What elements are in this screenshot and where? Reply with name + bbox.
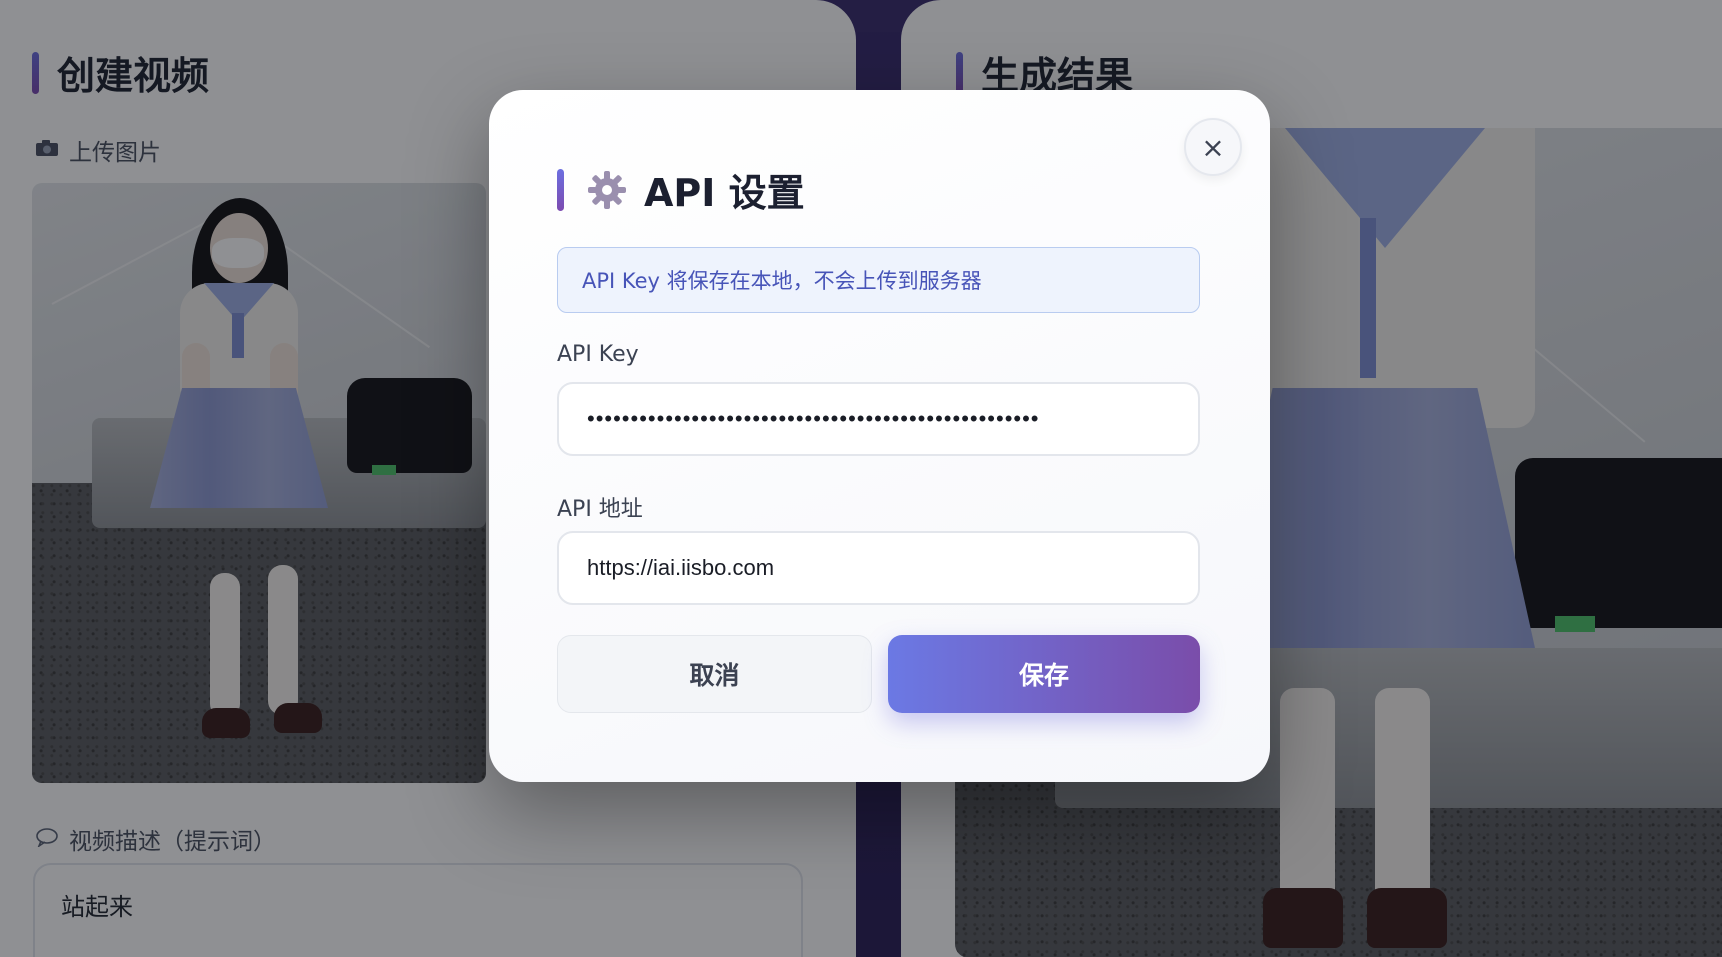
save-button[interactable]: 保存 [888, 635, 1200, 713]
save-button-label: 保存 [1018, 661, 1069, 690]
api-url-label: API 地址 [557, 497, 643, 522]
notice-text: API Key 将保存在本地，不会上传到服务器 [582, 269, 982, 293]
api-key-value: ••••••••••••••••••••••••••••••••••••••••… [587, 406, 1040, 431]
cancel-button-label: 取消 [689, 661, 740, 690]
api-key-label: API Key [557, 342, 639, 367]
modal-title-text: API 设置 [644, 171, 805, 215]
local-storage-notice: API Key 将保存在本地，不会上传到服务器 [557, 247, 1200, 313]
close-button[interactable]: × [1184, 118, 1242, 176]
modal-title: API 设置 [557, 162, 805, 217]
api-url-input[interactable]: https://iai.iisbo.com [557, 531, 1200, 605]
title-accent-bar [557, 168, 564, 211]
cancel-button[interactable]: 取消 [557, 635, 872, 713]
api-key-input[interactable]: ••••••••••••••••••••••••••••••••••••••••… [557, 382, 1200, 456]
api-url-value: https://iai.iisbo.com [587, 555, 775, 580]
app-stage: 创建视频 上传图片 视频描述（提示词） 站起来 生成结果 × API 设置 AP… [0, 0, 1722, 957]
gear-icon [586, 169, 628, 211]
close-icon: × [1201, 130, 1225, 164]
api-settings-modal: × API 设置 API Key 将保存在本地，不会上传到服务器 API Key… [489, 90, 1270, 782]
